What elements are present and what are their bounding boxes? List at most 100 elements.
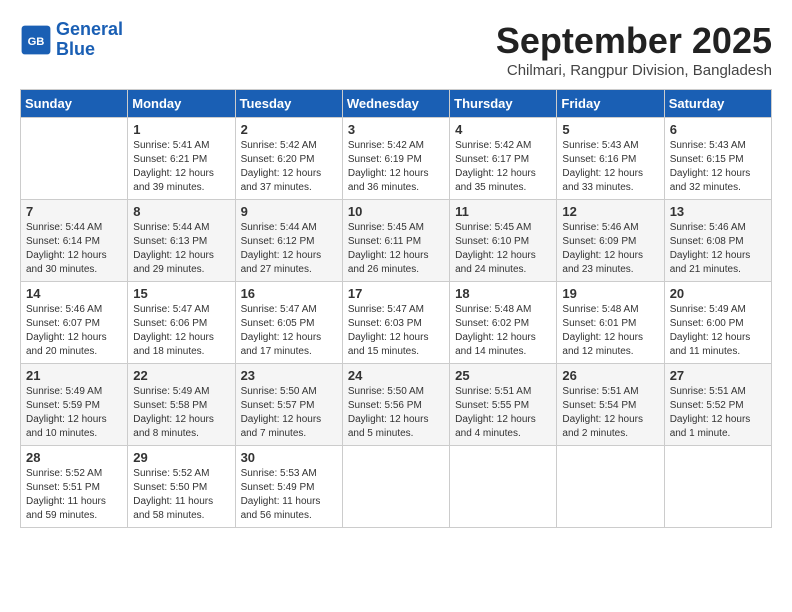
day-number: 24 <box>348 368 444 383</box>
day-info: Sunrise: 5:42 AM Sunset: 6:19 PM Dayligh… <box>348 139 444 195</box>
column-header-wednesday: Wednesday <box>342 90 449 118</box>
calendar-cell: 1 Sunrise: 5:41 AM Sunset: 6:21 PM Daylig… <box>128 118 235 200</box>
column-header-tuesday: Tuesday <box>235 90 342 118</box>
calendar-cell: 8Sunrise: 5:44 AM Sunset: 6:13 PM Daylig… <box>128 200 235 282</box>
day-info: Sunrise: 5:49 AM Sunset: 5:59 PM Dayligh… <box>26 385 122 441</box>
day-info: Sunrise: 5:47 AM Sunset: 6:06 PM Dayligh… <box>133 303 229 359</box>
calendar-cell: 29 Sunrise: 5:52 AM Sunset: 5:50 PM Dayli… <box>128 446 235 528</box>
column-header-monday: Monday <box>128 90 235 118</box>
day-number: 6 <box>670 122 766 137</box>
location-subtitle: Chilmari, Rangpur Division, Bangladesh <box>496 62 772 79</box>
day-number: 14 <box>26 286 122 301</box>
calendar-cell: 10 Sunrise: 5:45 AM Sunset: 6:11 PM Dayli… <box>342 200 449 282</box>
day-number: 21 <box>26 368 122 383</box>
calendar-cell: 21 Sunrise: 5:49 AM Sunset: 5:59 PM Dayli… <box>21 364 128 446</box>
calendar-cell <box>664 446 771 528</box>
calendar-cell: 6 Sunrise: 5:43 AM Sunset: 6:15 PM Daylig… <box>664 118 771 200</box>
calendar-week-row: 14 Sunrise: 5:46 AM Sunset: 6:07 PM Dayli… <box>21 282 772 364</box>
day-info: Sunrise: 5:46 AM Sunset: 6:09 PM Dayligh… <box>562 221 658 277</box>
calendar-body: 1 Sunrise: 5:41 AM Sunset: 6:21 PM Daylig… <box>21 118 772 528</box>
day-number: 5 <box>562 122 658 137</box>
calendar-cell: 28Sunrise: 5:52 AM Sunset: 5:51 PM Dayli… <box>21 446 128 528</box>
calendar-cell: 30 Sunrise: 5:53 AM Sunset: 5:49 PM Dayli… <box>235 446 342 528</box>
calendar-cell: 5Sunrise: 5:43 AM Sunset: 6:16 PM Daylig… <box>557 118 664 200</box>
day-number: 22 <box>133 368 229 383</box>
day-number: 13 <box>670 204 766 219</box>
calendar-cell: 26 Sunrise: 5:51 AM Sunset: 5:54 PM Dayli… <box>557 364 664 446</box>
day-info: Sunrise: 5:45 AM Sunset: 6:11 PM Dayligh… <box>348 221 444 277</box>
day-info: Sunrise: 5:44 AM Sunset: 6:13 PM Dayligh… <box>133 221 229 277</box>
day-number: 25 <box>455 368 551 383</box>
calendar-cell: 23 Sunrise: 5:50 AM Sunset: 5:57 PM Dayli… <box>235 364 342 446</box>
day-info: Sunrise: 5:50 AM Sunset: 5:57 PM Dayligh… <box>241 385 337 441</box>
day-info: Sunrise: 5:41 AM Sunset: 6:21 PM Dayligh… <box>133 139 229 195</box>
column-header-thursday: Thursday <box>450 90 557 118</box>
day-info: Sunrise: 5:44 AM Sunset: 6:14 PM Dayligh… <box>26 221 122 277</box>
calendar-cell: 3Sunrise: 5:42 AM Sunset: 6:19 PM Daylig… <box>342 118 449 200</box>
calendar-cell <box>557 446 664 528</box>
day-info: Sunrise: 5:44 AM Sunset: 6:12 PM Dayligh… <box>241 221 337 277</box>
day-number: 27 <box>670 368 766 383</box>
day-info: Sunrise: 5:49 AM Sunset: 6:00 PM Dayligh… <box>670 303 766 359</box>
calendar-week-row: 7 Sunrise: 5:44 AM Sunset: 6:14 PM Daylig… <box>21 200 772 282</box>
page-header: GB General Blue September 2025 Chilmari,… <box>20 20 772 79</box>
calendar-cell <box>21 118 128 200</box>
calendar-cell: 2 Sunrise: 5:42 AM Sunset: 6:20 PM Daylig… <box>235 118 342 200</box>
day-number: 2 <box>241 122 337 137</box>
day-info: Sunrise: 5:52 AM Sunset: 5:50 PM Dayligh… <box>133 467 229 523</box>
day-number: 23 <box>241 368 337 383</box>
day-info: Sunrise: 5:43 AM Sunset: 6:15 PM Dayligh… <box>670 139 766 195</box>
calendar-cell: 11 Sunrise: 5:45 AM Sunset: 6:10 PM Dayli… <box>450 200 557 282</box>
day-number: 30 <box>241 450 337 465</box>
calendar-week-row: 21 Sunrise: 5:49 AM Sunset: 5:59 PM Dayli… <box>21 364 772 446</box>
column-header-saturday: Saturday <box>664 90 771 118</box>
day-number: 7 <box>26 204 122 219</box>
day-info: Sunrise: 5:46 AM Sunset: 6:07 PM Dayligh… <box>26 303 122 359</box>
calendar-header-row: SundayMondayTuesdayWednesdayThursdayFrid… <box>21 90 772 118</box>
calendar-cell <box>342 446 449 528</box>
calendar-cell: 18 Sunrise: 5:48 AM Sunset: 6:02 PM Dayli… <box>450 282 557 364</box>
day-number: 15 <box>133 286 229 301</box>
day-info: Sunrise: 5:52 AM Sunset: 5:51 PM Dayligh… <box>26 467 122 523</box>
calendar-cell: 9 Sunrise: 5:44 AM Sunset: 6:12 PM Daylig… <box>235 200 342 282</box>
day-number: 11 <box>455 204 551 219</box>
day-number: 18 <box>455 286 551 301</box>
day-number: 1 <box>133 122 229 137</box>
day-number: 12 <box>562 204 658 219</box>
month-title: September 2025 <box>496 20 772 62</box>
column-header-friday: Friday <box>557 90 664 118</box>
day-info: Sunrise: 5:51 AM Sunset: 5:52 PM Dayligh… <box>670 385 766 441</box>
day-info: Sunrise: 5:42 AM Sunset: 6:20 PM Dayligh… <box>241 139 337 195</box>
calendar-week-row: 28Sunrise: 5:52 AM Sunset: 5:51 PM Dayli… <box>21 446 772 528</box>
logo-icon: GB <box>20 24 52 56</box>
calendar-table: SundayMondayTuesdayWednesdayThursdayFrid… <box>20 89 772 528</box>
calendar-cell: 13Sunrise: 5:46 AM Sunset: 6:08 PM Dayli… <box>664 200 771 282</box>
calendar-cell: 12 Sunrise: 5:46 AM Sunset: 6:09 PM Dayli… <box>557 200 664 282</box>
day-info: Sunrise: 5:49 AM Sunset: 5:58 PM Dayligh… <box>133 385 229 441</box>
day-number: 19 <box>562 286 658 301</box>
calendar-cell: 16Sunrise: 5:47 AM Sunset: 6:05 PM Dayli… <box>235 282 342 364</box>
day-info: Sunrise: 5:47 AM Sunset: 6:03 PM Dayligh… <box>348 303 444 359</box>
calendar-cell: 20Sunrise: 5:49 AM Sunset: 6:00 PM Dayli… <box>664 282 771 364</box>
calendar-cell: 27 Sunrise: 5:51 AM Sunset: 5:52 PM Dayli… <box>664 364 771 446</box>
day-number: 9 <box>241 204 337 219</box>
day-info: Sunrise: 5:48 AM Sunset: 6:02 PM Dayligh… <box>455 303 551 359</box>
calendar-week-row: 1 Sunrise: 5:41 AM Sunset: 6:21 PM Daylig… <box>21 118 772 200</box>
day-info: Sunrise: 5:48 AM Sunset: 6:01 PM Dayligh… <box>562 303 658 359</box>
day-number: 29 <box>133 450 229 465</box>
calendar-cell: 22 Sunrise: 5:49 AM Sunset: 5:58 PM Dayli… <box>128 364 235 446</box>
title-block: September 2025 Chilmari, Rangpur Divisio… <box>496 20 772 79</box>
calendar-cell: 14 Sunrise: 5:46 AM Sunset: 6:07 PM Dayli… <box>21 282 128 364</box>
logo-line1: General <box>56 19 123 39</box>
day-info: Sunrise: 5:51 AM Sunset: 5:54 PM Dayligh… <box>562 385 658 441</box>
day-number: 26 <box>562 368 658 383</box>
day-number: 10 <box>348 204 444 219</box>
day-info: Sunrise: 5:45 AM Sunset: 6:10 PM Dayligh… <box>455 221 551 277</box>
day-info: Sunrise: 5:53 AM Sunset: 5:49 PM Dayligh… <box>241 467 337 523</box>
calendar-cell <box>450 446 557 528</box>
day-info: Sunrise: 5:47 AM Sunset: 6:05 PM Dayligh… <box>241 303 337 359</box>
logo: GB General Blue <box>20 20 123 60</box>
calendar-cell: 25Sunrise: 5:51 AM Sunset: 5:55 PM Dayli… <box>450 364 557 446</box>
column-header-sunday: Sunday <box>21 90 128 118</box>
calendar-cell: 15 Sunrise: 5:47 AM Sunset: 6:06 PM Dayli… <box>128 282 235 364</box>
